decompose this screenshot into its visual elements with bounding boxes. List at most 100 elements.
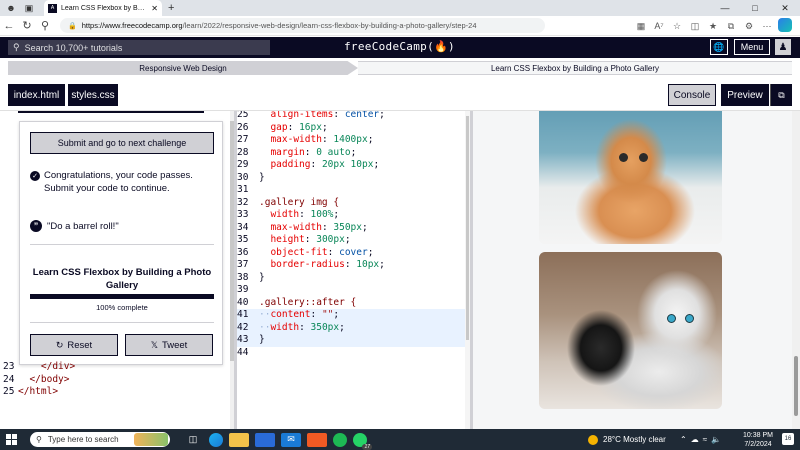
whatsapp-icon[interactable]: 17 xyxy=(353,432,372,450)
address-bar: ← ↻ ⚲ 🔒 https://www.freecodecamp.org/lea… xyxy=(0,16,800,36)
pass-line-1: Congratulations, your code passes. xyxy=(44,170,193,181)
wifi-icon[interactable]: ≈ xyxy=(703,435,707,444)
language-globe-icon[interactable]: 🌐 xyxy=(710,39,728,55)
tweet-button[interactable]: 𝕏 Tweet xyxy=(125,334,213,356)
browser-tab[interactable]: A Learn CSS Flexbox by Building a ✕ xyxy=(44,0,162,16)
gallery-image-orange-kitten xyxy=(539,111,722,244)
browser-toolbar: ▦ A⁷ ☆ ◫ ★ ⧉ ⚙ ⋯ xyxy=(632,16,794,36)
volume-icon[interactable]: 🔈 xyxy=(711,435,721,444)
kitten-eye xyxy=(685,314,694,323)
tab-styles-css[interactable]: styles.css xyxy=(68,84,118,106)
whatsapp-badge: 17 xyxy=(362,443,372,450)
search-icon: ⚲ xyxy=(36,435,42,444)
search-input[interactable]: ⚲ Search 10,700+ tutorials xyxy=(8,40,270,55)
close-window-icon[interactable]: ✕ xyxy=(770,0,800,16)
favorite-star-icon[interactable]: ☆ xyxy=(668,21,686,32)
x-logo-icon: 𝕏 xyxy=(150,339,158,350)
breadcrumb-block[interactable]: Learn CSS Flexbox by Building a Photo Ga… xyxy=(358,61,792,75)
code-line: 24 </body> xyxy=(3,373,70,385)
submit-next-challenge-button[interactable]: Submit and go to next challenge xyxy=(30,132,214,154)
course-title: Learn CSS Flexbox by Building a Photo Ga… xyxy=(30,266,214,292)
lock-icon: 🔒 xyxy=(68,22,77,30)
kitten-eye xyxy=(667,314,676,323)
notification-badge[interactable]: 16 xyxy=(782,433,794,445)
spotify-icon[interactable] xyxy=(333,432,347,447)
read-aloud-icon[interactable]: A⁷ xyxy=(650,21,668,31)
reset-label: Reset xyxy=(67,339,93,351)
search-icon[interactable]: ⚲ xyxy=(36,19,54,32)
progress-fill xyxy=(30,294,214,299)
extensions-icon[interactable]: ⚙ xyxy=(740,21,758,32)
code-line: 33 width: 100%; xyxy=(237,209,340,220)
code-line: 29 padding: 20px 10px; xyxy=(237,159,380,170)
code-line: 44 xyxy=(237,346,249,358)
fcc-favicon: A xyxy=(48,3,57,13)
scroll-thumb[interactable] xyxy=(794,356,798,416)
pinned-apps: ◫ ✉ 17 xyxy=(180,432,372,450)
reset-button[interactable]: ↻ Reset xyxy=(30,334,118,356)
code-line: 34 max-width: 350px; xyxy=(237,221,368,233)
code-line: 35 height: 300px; xyxy=(237,234,351,245)
code-line: 42 ··width: 350px; xyxy=(237,321,467,334)
clock[interactable]: 10:38 PM 7/2/2024 xyxy=(738,431,778,449)
console-button[interactable]: Console xyxy=(668,84,716,106)
taskbar-search-input[interactable]: ⚲ Type here to search xyxy=(30,432,170,447)
system-tray: ⌃ ☁ ≈ 🔈 xyxy=(678,429,723,450)
back-icon[interactable]: ← xyxy=(0,20,18,32)
refresh-icon[interactable]: ↻ xyxy=(18,19,36,32)
workspaces-icon[interactable]: ▣ xyxy=(22,1,36,15)
url-field[interactable]: 🔒 https://www.freecodecamp.org/learn/202… xyxy=(60,18,545,33)
tab-title: Learn CSS Flexbox by Building a xyxy=(61,4,149,12)
weather-widget[interactable]: 28°C Mostly clear xyxy=(588,429,666,450)
close-tab-icon[interactable]: ✕ xyxy=(151,4,158,13)
file-explorer-icon[interactable] xyxy=(229,432,249,447)
html-code-snippet[interactable]: 23 </div> 24 </body> 25 </html> xyxy=(0,361,233,399)
breadcrumb: Responsive Web Design Learn CSS Flexbox … xyxy=(0,58,800,78)
preview-scrollbar[interactable] xyxy=(792,111,800,429)
menu-button[interactable]: Menu xyxy=(734,39,770,55)
apps-icon[interactable]: ▦ xyxy=(632,21,650,32)
task-view-icon[interactable]: ◫ xyxy=(183,433,203,447)
split-screen-icon[interactable]: ◫ xyxy=(686,21,704,32)
scroll-thumb[interactable] xyxy=(466,116,469,340)
edge-icon[interactable] xyxy=(209,432,223,447)
favorites-icon[interactable]: ★ xyxy=(704,21,722,32)
css-code-editor[interactable]: 25 align-items: center; 26 gap: 16px; 27… xyxy=(237,111,467,429)
fcc-logo[interactable]: freeCodeCamp(🔥) xyxy=(344,40,455,53)
chevron-up-icon[interactable]: ⌃ xyxy=(680,435,687,444)
preview-button[interactable]: Preview xyxy=(721,84,769,106)
store-icon[interactable] xyxy=(255,432,275,447)
tab-index-html[interactable]: index.html xyxy=(8,84,65,106)
search-highlight-image xyxy=(134,433,168,446)
progress-bar xyxy=(30,294,214,299)
minimize-icon[interactable]: — xyxy=(710,0,740,16)
fcc-navbar: ⚲ Search 10,700+ tutorials freeCodeCamp(… xyxy=(0,37,800,58)
code-line: 28 margin: 0 auto; xyxy=(237,146,357,158)
windows-taskbar: ⚲ Type here to search ◫ ✉ 17 28°C Mostly… xyxy=(0,429,800,450)
weather-temp: 28°C xyxy=(603,435,621,444)
search-icon: ⚲ xyxy=(13,42,20,52)
windows-start-icon[interactable] xyxy=(6,433,18,446)
quote-text: "Do a barrel roll!" xyxy=(47,220,119,232)
more-icon[interactable]: ⋯ xyxy=(758,21,776,32)
quote-icon: ” xyxy=(30,220,42,232)
breadcrumb-superblock[interactable]: Responsive Web Design xyxy=(8,61,358,75)
window-controls: — □ ✕ xyxy=(710,0,800,16)
brave-icon[interactable] xyxy=(307,432,327,447)
new-tab-icon[interactable]: + xyxy=(168,2,174,14)
browser-tab-bar: ☻ ▣ A Learn CSS Flexbox by Building a ✕ … xyxy=(0,0,800,16)
maximize-icon[interactable]: □ xyxy=(740,0,770,16)
taskbar-search-placeholder: Type here to search xyxy=(47,435,119,444)
avatar[interactable]: ♟ xyxy=(775,39,791,55)
mail-icon[interactable]: ✉ xyxy=(281,432,301,447)
code-line: 25 align-items: center; xyxy=(237,111,385,120)
copilot-icon[interactable] xyxy=(776,18,794,34)
kitten-eye xyxy=(619,153,628,162)
cloud-icon[interactable]: ☁ xyxy=(691,435,699,444)
reset-icon: ↻ xyxy=(55,339,64,350)
collections-icon[interactable]: ⧉ xyxy=(722,21,740,32)
profile-icon[interactable]: ☻ xyxy=(4,1,18,15)
pass-line-2: Submit your code to continue. xyxy=(44,183,170,194)
course-title-line-2: Gallery xyxy=(105,280,139,291)
external-preview-icon[interactable]: ⧉ xyxy=(770,84,792,106)
